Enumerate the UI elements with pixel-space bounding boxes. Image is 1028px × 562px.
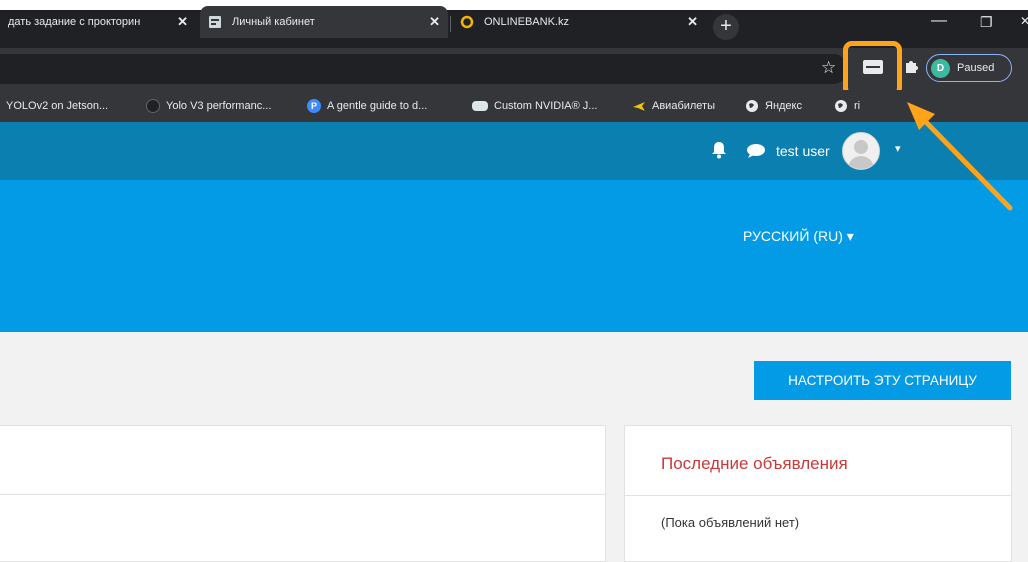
page-header-banner — [0, 180, 1028, 332]
bookmark-yolov2[interactable]: YOLOv2 on Jetson... — [6, 97, 108, 115]
new-tab-button[interactable]: + — [713, 14, 739, 40]
close-icon[interactable]: ✕ — [687, 14, 698, 30]
divider — [625, 495, 1011, 496]
plane-icon — [633, 102, 645, 111]
user-name[interactable]: test user — [776, 143, 830, 159]
bookmark-yandex[interactable]: Яндекс — [745, 97, 802, 115]
bell-icon[interactable] — [711, 141, 727, 159]
profile-button[interactable]: D Paused — [926, 54, 1012, 82]
bookmark-label: ri — [854, 100, 861, 112]
news-title: Последние объявления — [661, 454, 848, 473]
tab-personal-cabinet[interactable]: Личный кабинет ✕ — [200, 6, 448, 38]
bookmark-gentle-guide[interactable]: P A gentle guide to d... — [307, 97, 427, 115]
bookmark-label: YOLOv2 on Jetson... — [6, 100, 109, 112]
bookmark-yolov3[interactable]: Yolo V3 performanc... — [146, 97, 271, 115]
bookmark-label: Yolo V3 performanc... — [166, 100, 272, 112]
site-favicon-icon — [209, 16, 221, 28]
star-icon[interactable]: ☆ — [821, 58, 836, 78]
close-icon[interactable]: ✕ — [429, 14, 440, 30]
ring-favicon-icon — [460, 15, 474, 29]
language-selector[interactable]: РУССКИЙ (RU) ▾ — [743, 228, 854, 245]
bookmark-label: Авиабилеты — [652, 100, 716, 112]
bookmark-label: Яндекс — [765, 100, 802, 112]
github-icon — [146, 99, 160, 113]
tab-title: Личный кабинет — [232, 16, 315, 28]
customize-page-button[interactable]: НАСТРОИТЬ ЭТУ СТРАНИЦУ — [754, 361, 1011, 400]
puzzle-icon[interactable] — [904, 58, 920, 74]
news-empty-message: (Пока объявлений нет) — [661, 515, 800, 530]
tab-onlinebank[interactable]: ONLINEBANK.kz ✕ — [452, 6, 706, 38]
main-content-block — [0, 425, 606, 562]
profile-avatar: D — [931, 58, 950, 78]
bookmark-nvidia[interactable]: Custom NVIDIA® J... — [472, 97, 597, 115]
divider — [0, 494, 605, 495]
nvidia-icon — [472, 101, 488, 111]
p-icon: P — [307, 99, 321, 113]
tab-proctoring[interactable]: дать задание с прокторин ✕ — [0, 6, 196, 38]
bookmark-aviabilety[interactable]: Авиабилеты — [632, 97, 715, 115]
minimize-icon[interactable]: — — [931, 12, 947, 30]
bookmark-label: A gentle guide to d... — [327, 100, 428, 112]
chevron-down-icon[interactable]: ▾ — [895, 142, 901, 155]
close-icon[interactable]: ✕ — [177, 14, 188, 30]
avatar[interactable] — [842, 132, 880, 170]
tab-title: дать задание с прокторин — [8, 16, 141, 28]
profile-status: Paused — [957, 62, 995, 74]
tab-title: ONLINEBANK.kz — [484, 16, 569, 28]
bookmark-label: Custom NVIDIA® J... — [494, 100, 598, 112]
globe-icon — [835, 100, 847, 112]
close-window-icon[interactable]: ✕ — [1020, 14, 1028, 28]
bookmark-ri[interactable]: ri — [834, 97, 860, 115]
latest-news-block: Последние объявления (Пока объявлений не… — [624, 425, 1012, 562]
tab-separator — [450, 16, 451, 32]
restore-icon[interactable]: ❐ — [980, 14, 993, 31]
extension-icon[interactable] — [863, 60, 883, 74]
address-bar[interactable] — [0, 54, 848, 84]
globe-icon — [746, 100, 758, 112]
chat-icon[interactable] — [745, 143, 767, 159]
